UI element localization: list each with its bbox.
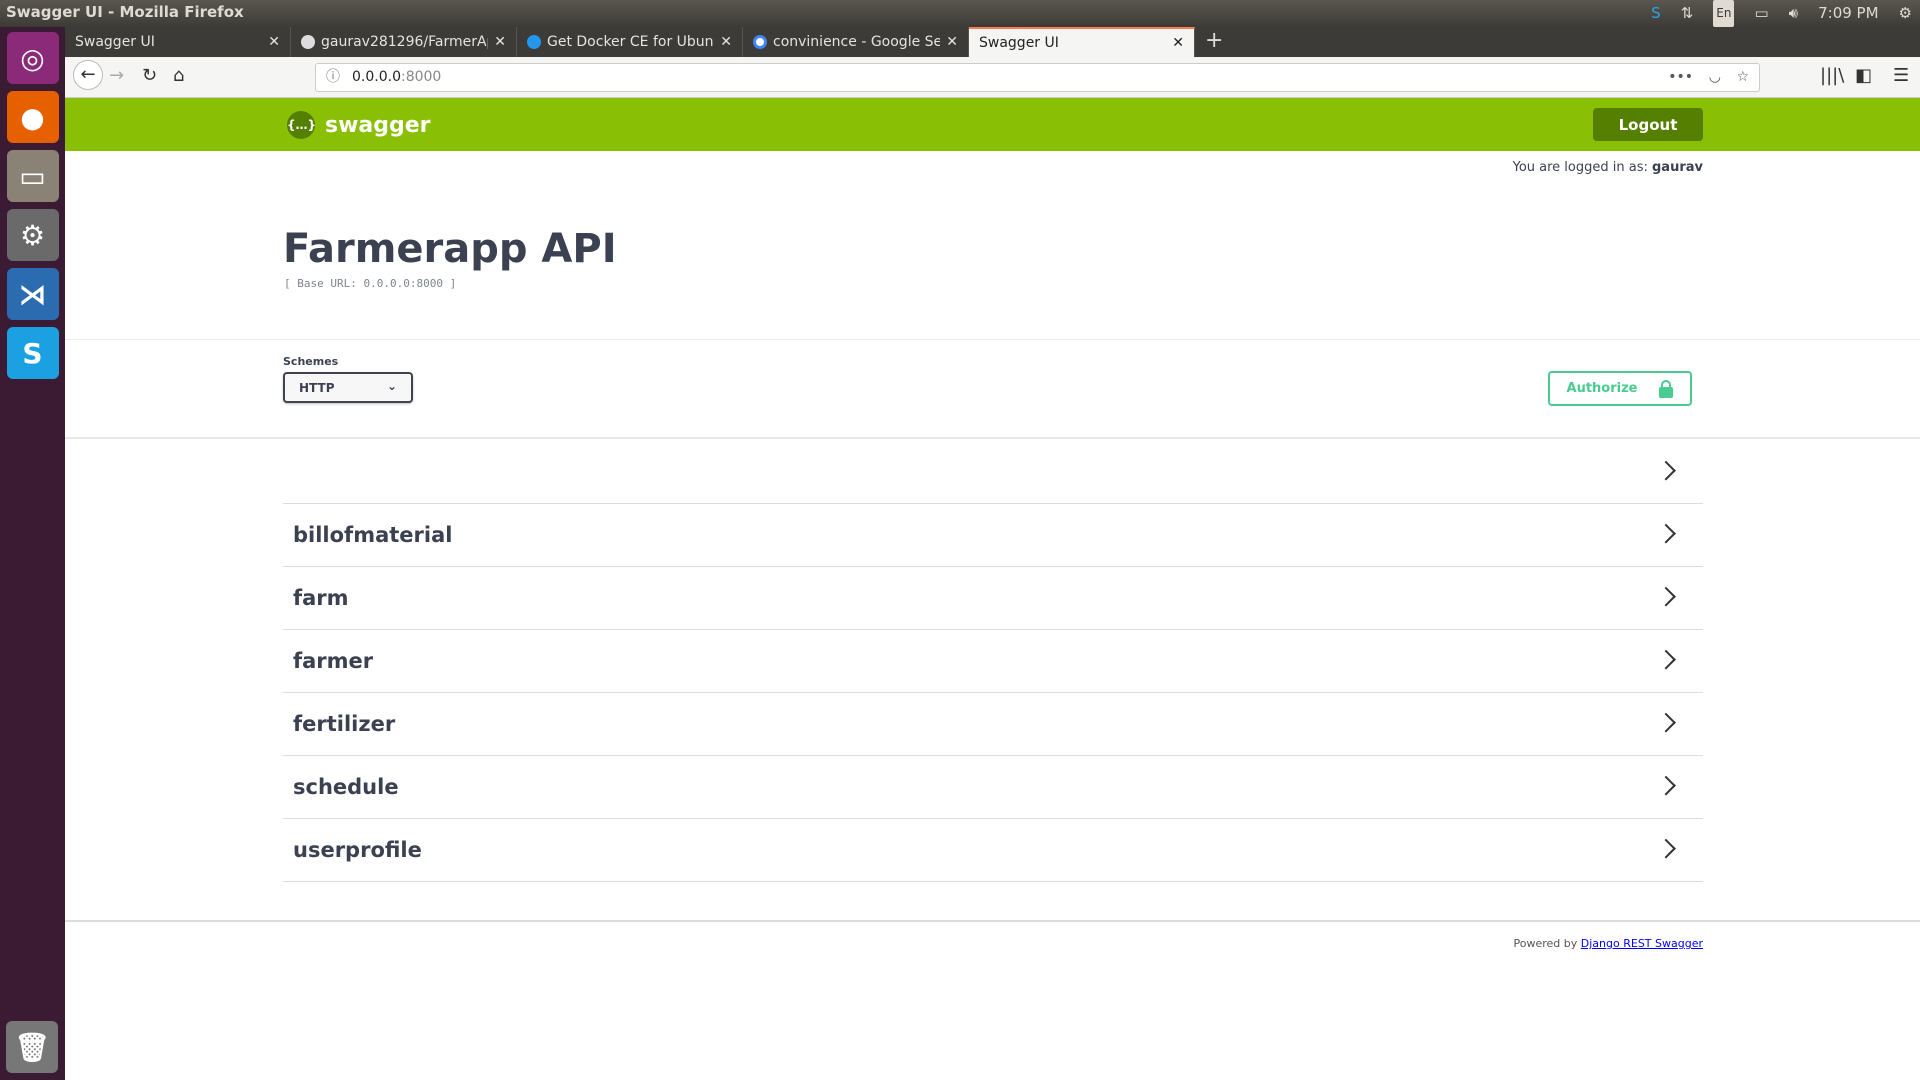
vscode-icon[interactable]: ⋊ bbox=[6, 268, 59, 320]
username: gaurav bbox=[1652, 160, 1703, 175]
tab-docker[interactable]: Get Docker CE for Ubuntu ✕ bbox=[517, 27, 743, 57]
power-gear-icon[interactable]: ⚙ bbox=[1899, 1, 1912, 26]
close-tab-icon[interactable]: ✕ bbox=[268, 27, 280, 57]
swagger-logo-icon: {…} bbox=[287, 111, 316, 139]
chevron-right-icon bbox=[1656, 838, 1676, 859]
section-label: fertilizer bbox=[293, 712, 396, 736]
tab-label: Swagger UI bbox=[75, 34, 155, 50]
tab-label: Get Docker CE for Ubuntu bbox=[547, 34, 715, 50]
unlock-icon bbox=[1659, 379, 1674, 398]
skype-icon[interactable]: S bbox=[6, 327, 59, 379]
menu-icon[interactable]: ☰ bbox=[1893, 65, 1909, 86]
section-fertilizer[interactable]: fertilizer bbox=[283, 693, 1703, 756]
tab-github[interactable]: gaurav281296/FarmerApp ✕ bbox=[291, 27, 517, 57]
ubuntu-dash-icon[interactable]: ◎ bbox=[6, 32, 59, 84]
firefox-icon[interactable]: ● bbox=[6, 91, 59, 143]
section-userprofile[interactable]: userprofile bbox=[283, 819, 1703, 882]
close-tab-icon[interactable]: ✕ bbox=[946, 27, 958, 57]
bookmark-star-icon[interactable]: ☆ bbox=[1736, 64, 1749, 91]
url-port: :8000 bbox=[400, 69, 442, 85]
page-actions-icon[interactable]: ••• bbox=[1668, 64, 1693, 91]
section-billofmaterial[interactable]: billofmaterial bbox=[283, 504, 1703, 567]
close-tab-icon[interactable]: ✕ bbox=[1172, 29, 1184, 57]
section-farmer[interactable]: farmer bbox=[283, 630, 1703, 693]
back-button[interactable]: ← bbox=[73, 60, 103, 90]
battery-icon[interactable]: ▭ bbox=[1754, 1, 1768, 26]
skype-tray-icon[interactable]: S bbox=[1651, 1, 1661, 26]
section-label: farmer bbox=[293, 649, 374, 673]
reload-button[interactable]: ↻ bbox=[142, 65, 157, 86]
google-favicon-icon bbox=[753, 35, 767, 49]
chevron-right-icon bbox=[1656, 523, 1676, 544]
close-tab-icon[interactable]: ✕ bbox=[494, 27, 506, 57]
footer-divider bbox=[65, 920, 1920, 922]
ubuntu-launcher: ◎ ● ▭ ⚙ ⋊ S 🗑︎ bbox=[0, 27, 65, 1080]
clock[interactable]: 7:09 PM bbox=[1818, 1, 1878, 26]
chevron-right-icon bbox=[1656, 712, 1676, 733]
divider bbox=[65, 339, 1920, 340]
chevron-right-icon bbox=[1656, 775, 1676, 796]
schemes-label: Schemes bbox=[283, 355, 339, 368]
logout-button[interactable]: Logout bbox=[1593, 108, 1703, 141]
section-farm[interactable]: farm bbox=[283, 567, 1703, 630]
window-title: Swagger UI - Mozilla Firefox bbox=[6, 3, 244, 21]
url-host: 0.0.0.0 bbox=[352, 69, 401, 85]
site-info-icon[interactable]: ⓘ bbox=[326, 64, 340, 91]
tab-label: gaurav281296/FarmerApp bbox=[321, 34, 489, 50]
tab-google[interactable]: convinience - Google Search ✕ bbox=[743, 27, 969, 57]
logged-in-label: You are logged in as: bbox=[1512, 160, 1652, 175]
powered-by-label: Powered by bbox=[1513, 937, 1581, 950]
authorize-button[interactable]: Authorize bbox=[1548, 371, 1692, 406]
tab-swagger-ui-active[interactable]: Swagger UI ✕ bbox=[969, 27, 1195, 57]
docker-favicon-icon bbox=[527, 35, 541, 49]
github-favicon-icon bbox=[301, 35, 315, 49]
django-rest-swagger-link[interactable]: Django REST Swagger bbox=[1581, 937, 1703, 950]
system-tray: S ⇅ En ▭ 🔊︎ 7:09 PM ⚙ bbox=[1651, 0, 1912, 27]
section-label: farm bbox=[293, 586, 349, 610]
network-icon[interactable]: ⇅ bbox=[1681, 1, 1694, 26]
system-settings-icon[interactable]: ⚙ bbox=[6, 209, 59, 261]
chevron-right-icon bbox=[1656, 649, 1676, 670]
trash-icon[interactable]: 🗑︎ bbox=[6, 1021, 58, 1073]
pocket-icon[interactable]: ◡ bbox=[1709, 64, 1721, 91]
keyboard-layout-indicator[interactable]: En bbox=[1713, 0, 1735, 27]
tab-label: Swagger UI bbox=[979, 35, 1059, 51]
swagger-brand: swagger bbox=[325, 112, 431, 138]
address-bar[interactable]: ⓘ 0.0.0.0:8000 ••• ◡ ☆ bbox=[315, 63, 1760, 92]
section-label: schedule bbox=[293, 775, 399, 799]
tab-bar: Swagger UI ✕ gaurav281296/FarmerApp ✕ Get … bbox=[65, 27, 1920, 57]
api-title: Farmerapp API bbox=[283, 226, 617, 272]
chevron-right-icon bbox=[1656, 460, 1676, 481]
chevron-down-icon: ⌄ bbox=[386, 379, 397, 393]
new-tab-button[interactable]: + bbox=[1195, 27, 1233, 57]
tab-label: convinience - Google Search bbox=[773, 34, 940, 50]
chevron-right-icon bbox=[1656, 586, 1676, 607]
powered-by: Powered by Django REST Swagger bbox=[1514, 937, 1703, 950]
files-icon[interactable]: ▭ bbox=[6, 150, 59, 202]
close-tab-icon[interactable]: ✕ bbox=[720, 27, 732, 57]
section-unnamed[interactable] bbox=[283, 441, 1703, 504]
section-label: billofmaterial bbox=[293, 523, 453, 547]
authorize-label: Authorize bbox=[1566, 381, 1638, 396]
navigation-toolbar: ← → ↻ ⌂ ⓘ 0.0.0.0:8000 ••• ◡ ☆ |||\ ◧ ☰ bbox=[65, 57, 1920, 98]
forward-button[interactable]: → bbox=[109, 65, 124, 86]
home-button[interactable]: ⌂ bbox=[173, 65, 184, 86]
logged-in-status: You are logged in as: gaurav bbox=[1513, 160, 1703, 175]
library-icon[interactable]: |||\ bbox=[1820, 65, 1844, 86]
volume-icon[interactable]: 🔊︎ bbox=[1789, 1, 1798, 26]
schemes-selected: HTTP bbox=[299, 381, 335, 395]
section-label: userprofile bbox=[293, 838, 422, 862]
sidebar-icon[interactable]: ◧ bbox=[1855, 65, 1872, 86]
divider bbox=[65, 437, 1920, 439]
section-schedule[interactable]: schedule bbox=[283, 756, 1703, 819]
swagger-logo[interactable]: {…} swagger bbox=[287, 111, 431, 139]
window-titlebar: Swagger UI - Mozilla Firefox S ⇅ En ▭ 🔊︎… bbox=[0, 0, 1920, 27]
swagger-topbar: {…} swagger Logout bbox=[65, 98, 1920, 151]
schemes-select[interactable]: HTTP ⌄ bbox=[283, 372, 413, 403]
base-url: [ Base URL: 0.0.0.0:8000 ] bbox=[284, 277, 457, 290]
tab-swagger-ui-1[interactable]: Swagger UI ✕ bbox=[65, 27, 291, 57]
